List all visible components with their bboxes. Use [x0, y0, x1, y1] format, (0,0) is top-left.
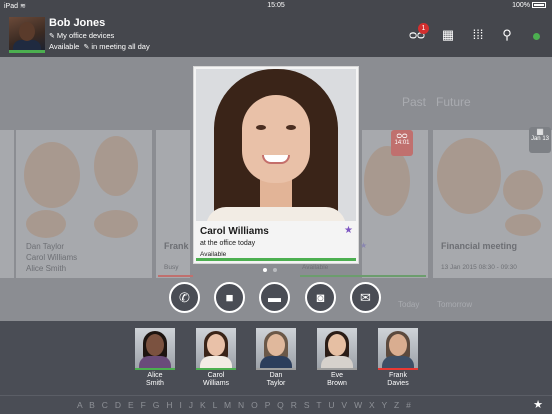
contact-name: Frank	[164, 241, 189, 251]
favorite-name: Carol Williams	[202, 372, 230, 387]
group-member: Dan Taylor	[26, 242, 65, 251]
contact-tile[interactable]	[156, 130, 190, 278]
chat-button[interactable]: ▬	[259, 282, 290, 313]
star-icon[interactable]: ★	[533, 398, 543, 411]
page-indicator	[260, 268, 280, 274]
favorite-name: Eve Brown	[327, 372, 347, 387]
calendar-tile-icon: ▦ Jan 13	[529, 127, 551, 153]
conference-button[interactable]: ◙	[305, 282, 336, 313]
battery-icon	[532, 2, 546, 8]
star-icon[interactable]: ★	[344, 225, 353, 236]
alphabet-index: A B C D E F G H I J K L M N O P Q R S T …	[0, 395, 552, 414]
favorite-contact[interactable]: Frank Davies	[378, 328, 418, 388]
contact-status: Busy	[164, 264, 179, 271]
email-button[interactable]: ✉	[350, 282, 381, 313]
calendar-icon: ▦	[441, 27, 455, 42]
presence-bar	[317, 368, 357, 370]
clock: 15:05	[267, 2, 285, 9]
avatar	[317, 328, 357, 368]
favorite-name: Frank Davies	[387, 372, 409, 387]
contact-availability: Available	[200, 251, 227, 258]
contact-location: at the office today	[200, 240, 256, 247]
avatar	[256, 328, 296, 368]
group-member: Alice Smith	[26, 264, 67, 273]
day-today[interactable]: Today	[398, 300, 419, 309]
header: Bob Jones ✎ My office devices Available ✎…	[0, 12, 552, 57]
favorite-name: Alice Smith	[146, 372, 164, 387]
conference-icon: ◙	[316, 290, 325, 305]
contact-carousel: Past Future Dan Taylor Carol Williams Al…	[0, 57, 552, 321]
pencil-icon: ✎	[49, 33, 55, 40]
phone-icon: ✆	[179, 290, 190, 305]
voicemail-tile-icon: ᴑᴑ 14:01	[391, 130, 413, 156]
meeting-title: Financial meeting	[441, 241, 518, 251]
contact-name: Carol Williams	[200, 226, 269, 237]
voicemail-button[interactable]: ᴑᴑ 1	[409, 23, 429, 42]
meeting-time: 13 Jan 2015 08:30 - 09:30	[441, 264, 517, 271]
voicemail-badge: 1	[418, 23, 429, 34]
day-tomorrow[interactable]: Tomorrow	[437, 300, 472, 309]
chat-bubble-icon: ▬	[268, 290, 281, 305]
contact-photo	[196, 69, 356, 221]
tab-past[interactable]: Past	[402, 95, 426, 109]
calendar-icon: ▦	[536, 127, 544, 136]
grid-icon: ⁞⁞⁞	[472, 27, 484, 42]
search-button[interactable]: ⚲	[499, 28, 515, 42]
calendar-button[interactable]: ▦	[440, 28, 456, 42]
search-icon: ⚲	[502, 27, 512, 42]
contact-card[interactable]: Carol Williams at the office today Avail…	[193, 66, 359, 264]
video-button[interactable]: ■	[214, 282, 245, 313]
presence-bar	[256, 368, 296, 370]
favorite-name: Dan Taylor	[266, 372, 286, 387]
presence-icon[interactable]	[533, 33, 540, 40]
video-camera-icon: ■	[225, 290, 234, 305]
favorite-contact[interactable]: Eve Brown	[317, 328, 357, 388]
apps-button[interactable]: ⁞⁞⁞	[470, 28, 486, 42]
voicemail-icon: ᴑᴑ	[396, 130, 408, 140]
contact-status: Available	[302, 264, 329, 271]
alphabet-letters[interactable]: A B C D E F G H I J K L M N O P Q R S T …	[77, 400, 411, 410]
my-avatar[interactable]	[9, 17, 45, 53]
favorite-contact[interactable]: Carol Williams	[196, 328, 236, 388]
my-devices[interactable]: ✎ My office devices	[49, 31, 114, 40]
status-bar: iPad ≋ 15:05 100%	[0, 0, 552, 12]
my-status[interactable]: Available ✎ in meeting all day	[49, 42, 150, 51]
tab-future[interactable]: Future	[436, 95, 471, 109]
favorite-contact[interactable]: Alice Smith	[135, 328, 175, 388]
contact-tile[interactable]	[0, 130, 14, 278]
pencil-icon: ✎	[83, 44, 90, 51]
group-member: Carol Williams	[26, 253, 78, 262]
avatar	[135, 328, 175, 368]
favorite-contact[interactable]: Dan Taylor	[256, 328, 296, 388]
my-name[interactable]: Bob Jones	[49, 17, 105, 29]
avatar	[196, 328, 236, 368]
presence-bar	[378, 368, 418, 370]
battery-indicator: 100%	[512, 2, 546, 9]
favorites-strip: Alice Smith Carol Williams Dan Taylor Eve Br…	[0, 321, 552, 395]
envelope-icon: ✉	[360, 290, 371, 305]
avatar	[378, 328, 418, 368]
presence-bar	[196, 368, 236, 370]
star-icon: ★	[360, 241, 368, 250]
presence-bar	[135, 368, 175, 370]
presence-bar	[196, 258, 356, 261]
call-button[interactable]: ✆	[169, 282, 200, 313]
